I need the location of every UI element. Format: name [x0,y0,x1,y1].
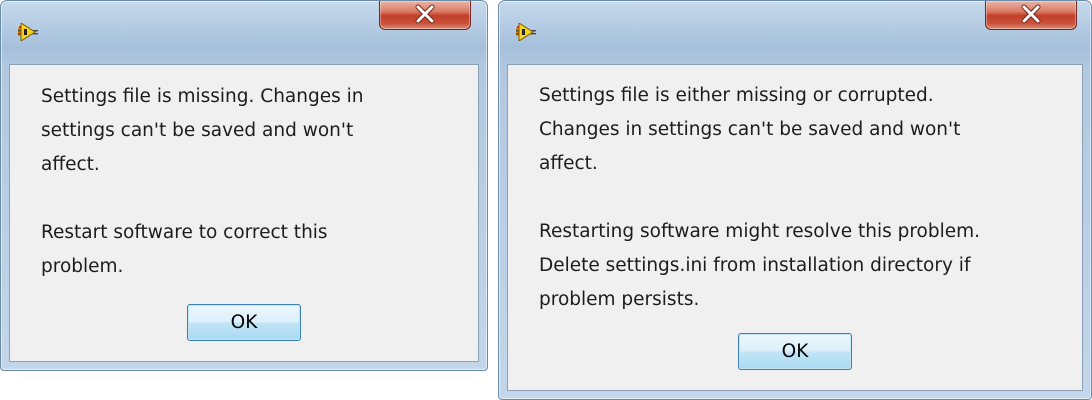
dialog-body: Settings file is either missing or corru… [507,64,1083,391]
close-button[interactable] [985,1,1077,30]
close-icon [415,4,435,24]
close-icon [1021,4,1041,24]
message-line: Settings file is missing. Changes in [41,86,364,107]
settings-corrupted-dialog: Settings file is either missing or corru… [498,0,1092,400]
message-line: Restart software to correct this [41,222,328,243]
message-line: affect. [539,153,598,174]
message-line: problem persists. [539,289,700,310]
message-line: Settings file is either missing or corru… [539,85,934,106]
labview-app-icon [18,22,38,42]
ok-button[interactable]: OK [738,333,852,370]
message-line: Restarting software might resolve this p… [539,221,981,242]
settings-missing-dialog: Settings file is missing. Changes in set… [0,0,488,371]
labview-app-icon [516,22,536,42]
ok-button[interactable]: OK [187,304,301,341]
message-line: settings can't be saved and won't [41,120,354,141]
message-line: Changes in settings can't be saved and w… [539,119,961,140]
message-text: Settings file is missing. Changes in set… [41,80,364,284]
dialog-body: Settings file is missing. Changes in set… [9,64,479,362]
message-text: Settings file is either missing or corru… [539,79,980,317]
message-line: Delete settings.ini from installation di… [539,255,971,276]
message-line: problem. [41,256,124,277]
close-button[interactable] [379,1,471,30]
message-line: affect. [41,154,100,175]
